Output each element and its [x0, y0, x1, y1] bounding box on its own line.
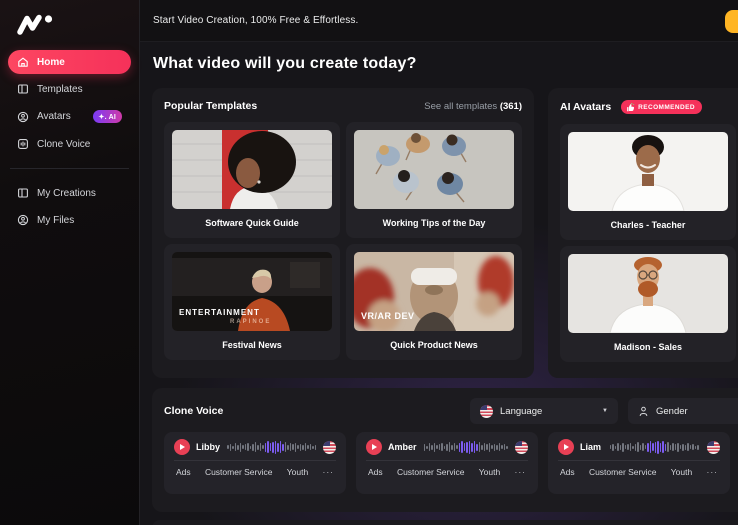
tagline: Start Video Creation, 100% Free & Effort…: [153, 15, 358, 26]
ai-avatars-title: AI Avatars: [560, 101, 611, 113]
voice-card-libby[interactable]: Libby Ads Customer Service Youth ···: [164, 432, 346, 494]
avatar-thumbnail: [568, 254, 728, 333]
popular-templates-panel: Popular Templates See all templates (361…: [152, 88, 534, 378]
sidebar-item-label: Home: [37, 57, 65, 68]
voice-tag: Ads: [368, 467, 383, 477]
voice-tag: Customer Service: [397, 467, 465, 477]
my-creations-icon: [17, 187, 29, 199]
voice-card-amber[interactable]: Amber Ads Customer Service Youth ···: [356, 432, 538, 494]
template-label: Festival News: [164, 340, 340, 350]
voice-name: Liam: [580, 442, 601, 452]
ai-badge: ✦. AI: [93, 110, 123, 123]
avatar-label: Madison - Sales: [560, 342, 736, 352]
voice-tag: Customer Service: [205, 467, 273, 477]
sidebar-item-templates[interactable]: Templates: [8, 77, 131, 101]
voice-tag: Youth: [287, 467, 308, 477]
templates-icon: [17, 83, 29, 95]
thumbnail-overlay-text: ENTERTAINMENT: [179, 308, 260, 317]
template-card-quick-product-news[interactable]: VR/AR DEV Quick Product News: [346, 244, 522, 360]
sidebar-item-label: Templates: [37, 84, 83, 95]
cta-button[interactable]: [725, 10, 738, 33]
see-all-templates-link[interactable]: See all templates (361): [424, 101, 522, 112]
sidebar-item-my-creations[interactable]: My Creations: [8, 181, 131, 205]
waveform: [226, 439, 317, 455]
waveform: [607, 439, 701, 455]
clone-voice-panel: Clone Voice Language ▼ Gender Libby: [152, 388, 738, 512]
more-tags-button[interactable]: ···: [515, 467, 527, 477]
us-flag-icon: [323, 441, 336, 454]
language-filter-dropdown[interactable]: Language ▼: [470, 398, 618, 424]
sidebar-item-label: Avatars: [37, 111, 71, 122]
template-card-festival-news[interactable]: ENTERTAINMENT RAPINOE Festival News: [164, 244, 340, 360]
voice-tag: Youth: [671, 467, 692, 477]
see-all-label: See all templates: [424, 101, 497, 112]
play-button[interactable]: [174, 439, 190, 455]
play-button[interactable]: [558, 439, 574, 455]
thumbnail-overlay-subtext: RAPINOE: [230, 319, 271, 325]
my-files-icon: [17, 214, 29, 226]
recommended-label: RECOMMENDED: [638, 104, 695, 111]
sidebar-item-label: My Files: [37, 215, 74, 226]
app-logo-icon: [13, 9, 57, 39]
popular-templates-title: Popular Templates: [164, 100, 257, 112]
page-title: What video will you create today?: [153, 55, 417, 73]
voice-tag: Ads: [560, 467, 575, 477]
main-content: What video will you create today? Popula…: [140, 42, 738, 525]
next-section-peek: [152, 520, 738, 525]
template-thumbnail: VR/AR DEV: [354, 252, 514, 331]
templates-count: (361): [500, 101, 522, 112]
more-tags-button[interactable]: ···: [707, 467, 719, 477]
ai-avatars-panel: AI Avatars RECOMMENDED: [548, 88, 738, 378]
voice-tag: Customer Service: [589, 467, 657, 477]
voice-tag: Ads: [176, 467, 191, 477]
clone-voice-title: Clone Voice: [164, 405, 223, 417]
template-label: Software Quick Guide: [164, 218, 340, 228]
sidebar-item-my-files[interactable]: My Files: [8, 208, 131, 232]
template-thumbnail: [172, 130, 332, 209]
recommended-badge: RECOMMENDED: [621, 100, 702, 114]
voice-tag: Youth: [479, 467, 500, 477]
home-icon: [17, 56, 29, 68]
waveform: [423, 439, 509, 455]
template-label: Working Tips of the Day: [346, 218, 522, 228]
avatar-card-madison[interactable]: Madison - Sales: [560, 246, 736, 362]
template-thumbnail: [354, 130, 514, 209]
more-tags-button[interactable]: ···: [323, 467, 335, 477]
thumbs-up-icon: [626, 103, 635, 112]
chevron-down-icon: ▼: [602, 408, 608, 414]
sidebar-item-clone-voice[interactable]: Clone Voice: [8, 132, 131, 156]
voice-name: Amber: [388, 442, 417, 452]
template-thumbnail: ENTERTAINMENT RAPINOE: [172, 252, 332, 331]
template-card-working-tips[interactable]: Working Tips of the Day: [346, 122, 522, 238]
template-card-software-quick-guide[interactable]: Software Quick Guide: [164, 122, 340, 238]
clone-voice-icon: [17, 138, 29, 150]
gender-filter-label: Gender: [656, 406, 688, 417]
avatar-thumbnail: [568, 132, 728, 211]
topbar: Start Video Creation, 100% Free & Effort…: [140, 0, 738, 42]
sidebar-divider: [10, 168, 129, 169]
gender-filter-dropdown[interactable]: Gender: [628, 398, 738, 424]
avatars-icon: [17, 111, 29, 123]
sidebar-item-label: My Creations: [37, 188, 96, 199]
avatar-card-charles[interactable]: Charles - Teacher: [560, 124, 736, 240]
sidebar-item-label: Clone Voice: [37, 139, 90, 150]
thumbnail-overlay-text: VR/AR DEV: [361, 311, 415, 321]
avatar-label: Charles - Teacher: [560, 220, 736, 230]
play-button[interactable]: [366, 439, 382, 455]
us-flag-icon: [515, 441, 528, 454]
person-icon: [638, 406, 649, 417]
voice-card-liam[interactable]: Liam Ads Customer Service Youth ···: [548, 432, 730, 494]
sidebar-item-home[interactable]: Home: [8, 50, 131, 74]
sidebar-item-avatars[interactable]: Avatars ✦. AI: [8, 104, 131, 129]
sidebar: Home Templates Avatars ✦. AI Clone Voice…: [0, 0, 140, 525]
us-flag-icon: [707, 441, 720, 454]
language-filter-label: Language: [500, 406, 542, 417]
voice-name: Libby: [196, 442, 220, 452]
template-label: Quick Product News: [346, 340, 522, 350]
us-flag-icon: [480, 405, 493, 418]
sidebar-nav: Home Templates Avatars ✦. AI Clone Voice…: [0, 50, 139, 232]
